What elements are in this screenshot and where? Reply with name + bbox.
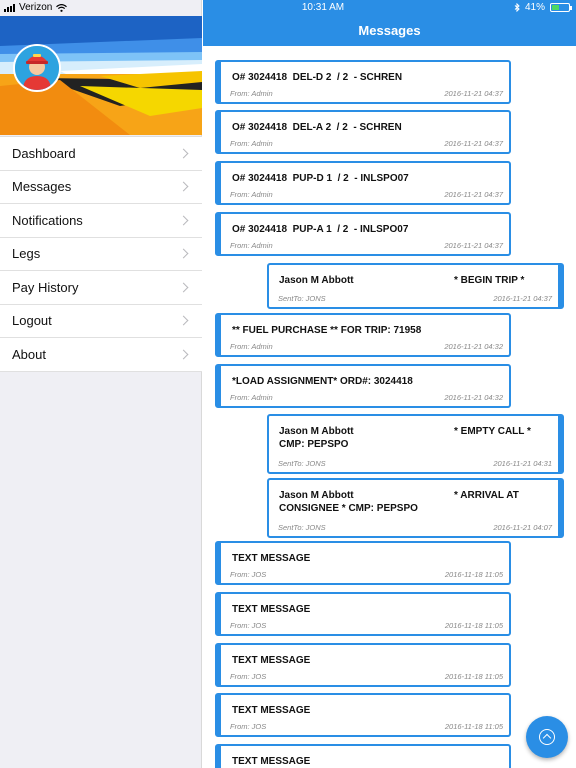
message-title: * ARRIVAL AT <box>454 490 519 501</box>
sidebar-item-label: Pay History <box>12 279 79 295</box>
sidebar-item-label: Legs <box>12 246 41 262</box>
sidebar-item-label: Messages <box>12 179 72 195</box>
message-from: From: Admin <box>230 342 273 351</box>
page-title: Messages <box>358 23 421 38</box>
message-sender: Jason M Abbott <box>279 275 354 286</box>
message-card[interactable]: Jason M Abbott * ARRIVAL AT CONSIGNEE * CM… <box>267 478 564 538</box>
battery-icon <box>550 3 572 12</box>
bluetooth-icon <box>514 3 520 12</box>
message-card[interactable]: O# 3024418 PUP-A 1 / 2 - INLSPO07 From: A… <box>215 212 511 256</box>
scroll-up-button[interactable] <box>526 716 568 758</box>
message-card[interactable]: Jason M Abbott * EMPTY CALL * CMP: PEPSPO S… <box>267 414 564 474</box>
message-title: TEXT MESSAGE <box>232 553 311 564</box>
message-from: SentTo: JONS <box>278 294 326 303</box>
message-date: 2016-11-18 11:05 <box>444 621 503 630</box>
sidebar-menu: Dashboard Messages Notifications Legs Pa… <box>0 136 202 372</box>
sidebar-item-legs[interactable]: Legs <box>0 238 202 271</box>
status-time: 10:31 AM <box>301 2 345 13</box>
message-card[interactable]: TEXT MESSAGE From: JOS 2016-11-18 11:05 <box>215 592 511 636</box>
message-date: 2016-11-21 04:37 <box>444 241 503 250</box>
message-title: O# 3024418 DEL-A 2 / 2 - SCHREN <box>232 122 402 133</box>
message-title: TEXT MESSAGE <box>232 604 311 615</box>
messages-list[interactable]: O# 3024418 DEL-D 2 / 2 - SCHREN From: Adm… <box>203 46 576 768</box>
sidebar-item-label: Notifications <box>12 212 83 228</box>
message-date: 2016-11-21 04:32 <box>444 342 503 351</box>
message-card[interactable]: O# 3024418 PUP-D 1 / 2 - INLSPO07 From: A… <box>215 161 511 205</box>
app-screen: Dashboard Messages Notifications Legs Pa… <box>0 0 576 768</box>
chevron-right-icon <box>178 315 189 326</box>
message-date: 2016-11-21 04:31 <box>493 459 552 468</box>
wifi-icon <box>56 3 68 12</box>
message-from: From: JOS <box>230 672 267 681</box>
message-date: 2016-11-18 11:05 <box>444 722 503 731</box>
message-sender: Jason M Abbott <box>279 426 354 437</box>
message-date: 2016-11-21 04:32 <box>444 393 503 402</box>
battery-percent: 41% <box>524 2 545 13</box>
message-title: * EMPTY CALL * <box>454 426 531 437</box>
sidebar-item-messages[interactable]: Messages <box>0 171 202 204</box>
message-date: 2016-11-18 11:05 <box>444 672 503 681</box>
message-from: From: JOS <box>230 621 267 630</box>
message-card[interactable]: Jason M Abbott * BEGIN TRIP * SentTo: JONS… <box>267 263 564 309</box>
message-title-line2: CONSIGNEE * CMP: PEPSPO <box>279 503 418 514</box>
message-sender: Jason M Abbott <box>279 490 354 501</box>
driver-avatar-icon <box>15 46 59 90</box>
message-card[interactable]: *LOAD ASSIGNMENT* ORD#: 3024418 From: Adm… <box>215 364 511 408</box>
chevron-right-icon <box>178 248 189 259</box>
status-bar: Verizon 10:31 AM 41% <box>0 0 576 16</box>
message-card[interactable]: O# 3024418 DEL-D 2 / 2 - SCHREN From: Adm… <box>215 60 511 104</box>
signal-icon <box>4 3 15 12</box>
message-title: ** FUEL PURCHASE ** FOR TRIP: 71958 <box>232 325 422 336</box>
chevron-right-icon <box>178 282 189 293</box>
message-card[interactable]: TEXT MESSAGE From: JOS 2016-11-18 11:05 <box>215 643 511 687</box>
message-from: From: Admin <box>230 393 273 402</box>
avatar[interactable] <box>13 44 61 92</box>
message-from: SentTo: JONS <box>278 523 326 532</box>
message-card[interactable]: ** FUEL PURCHASE ** FOR TRIP: 71958 From:… <box>215 313 511 357</box>
message-from: From: JOS <box>230 722 267 731</box>
message-card[interactable]: TEXT MESSAGE <box>215 744 511 768</box>
message-from: From: Admin <box>230 190 273 199</box>
message-date: 2016-11-21 04:37 <box>444 89 503 98</box>
message-title: *LOAD ASSIGNMENT* ORD#: 3024418 <box>232 376 413 387</box>
sidebar-item-label: Logout <box>12 313 52 329</box>
message-title: O# 3024418 DEL-D 2 / 2 - SCHREN <box>232 72 403 83</box>
profile-banner <box>0 16 202 135</box>
message-card[interactable]: O# 3024418 DEL-A 2 / 2 - SCHREN From: Adm… <box>215 110 511 154</box>
sidebar-item-logout[interactable]: Logout <box>0 305 202 338</box>
scroll-up-icon <box>539 729 555 745</box>
sidebar-item-about[interactable]: About <box>0 338 202 372</box>
message-from: From: Admin <box>230 89 273 98</box>
sidebar-item-label: About <box>12 346 46 362</box>
chevron-right-icon <box>178 349 189 360</box>
message-title: * BEGIN TRIP * <box>454 275 525 286</box>
chevron-right-icon <box>178 215 189 226</box>
message-from: From: Admin <box>230 139 273 148</box>
sidebar: Dashboard Messages Notifications Legs Pa… <box>0 0 202 768</box>
message-date: 2016-11-18 11:05 <box>444 570 503 579</box>
message-from: From: JOS <box>230 570 267 579</box>
message-card[interactable]: TEXT MESSAGE From: JOS 2016-11-18 11:05 <box>215 541 511 585</box>
message-from: SentTo: JONS <box>278 459 326 468</box>
sidebar-item-pay-history[interactable]: Pay History <box>0 271 202 305</box>
message-title: TEXT MESSAGE <box>232 756 311 767</box>
message-date: 2016-11-21 04:37 <box>444 139 503 148</box>
message-card[interactable]: TEXT MESSAGE From: JOS 2016-11-18 11:05 <box>215 693 511 737</box>
message-title: TEXT MESSAGE <box>232 705 311 716</box>
message-title-line2: CMP: PEPSPO <box>279 439 349 450</box>
message-title: O# 3024418 PUP-A 1 / 2 - INLSPO07 <box>232 224 409 235</box>
carrier-name: Verizon <box>19 2 53 13</box>
message-date: 2016-11-21 04:37 <box>444 190 503 199</box>
chevron-right-icon <box>178 148 189 159</box>
message-from: From: Admin <box>230 241 273 250</box>
chevron-right-icon <box>178 181 189 192</box>
sidebar-item-notifications[interactable]: Notifications <box>0 204 202 238</box>
message-title: TEXT MESSAGE <box>232 655 311 666</box>
message-title: O# 3024418 PUP-D 1 / 2 - INLSPO07 <box>232 173 409 184</box>
sidebar-item-dashboard[interactable]: Dashboard <box>0 137 202 171</box>
message-date: 2016-11-21 04:07 <box>493 523 552 532</box>
sidebar-item-label: Dashboard <box>12 145 76 161</box>
message-date: 2016-11-21 04:37 <box>493 294 552 303</box>
